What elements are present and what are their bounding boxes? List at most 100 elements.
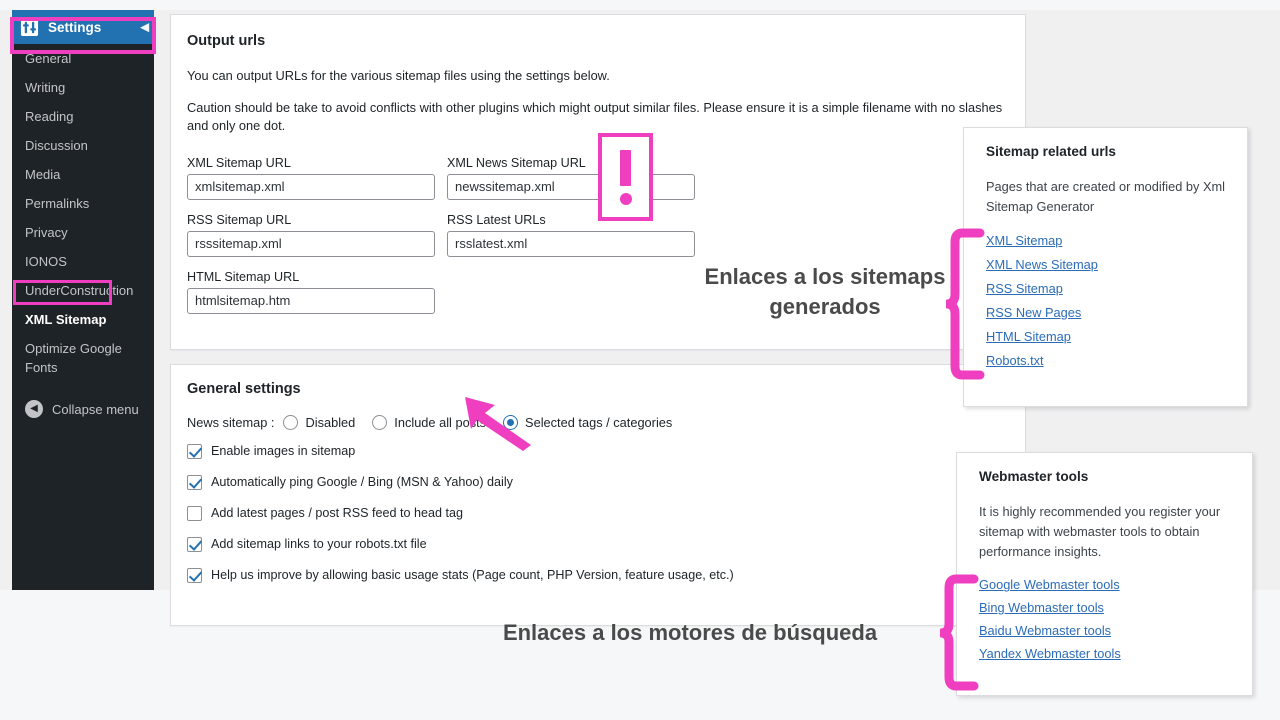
news-sitemap-radio-group: News sitemap : Disabled Include all posts… [187, 414, 1009, 430]
checkbox-label: Add latest pages / post RSS feed to head… [211, 506, 464, 521]
collapse-menu-button[interactable]: ◀ Collapse menu [12, 391, 154, 427]
field-group: XML News Sitemap URL [447, 156, 695, 200]
sitemap-related-urls-panel: Sitemap related urls Pages that are crea… [963, 127, 1248, 407]
field-group: RSS Latest URLs [447, 213, 695, 257]
sitemap-links-list: XML Sitemap XML News Sitemap RSS Sitemap RS… [986, 233, 1229, 368]
radio-label: Selected tags / categories [525, 414, 673, 430]
output-urls-desc-1: You can output URLs for the various site… [187, 68, 610, 83]
sidebar-item-ionos[interactable]: IONOS [12, 247, 154, 276]
radio-label: Include all posts [394, 414, 487, 430]
input-html-sitemap-url[interactable] [187, 287, 435, 314]
sidebar-item-label: Writing [25, 80, 66, 95]
sidebar-item-label: Privacy [25, 225, 68, 240]
link-xml-news-sitemap[interactable]: XML News Sitemap [986, 257, 1098, 272]
sidebar-item-reading[interactable]: Reading [12, 102, 154, 131]
link-google-webmaster-tools[interactable]: Google Webmaster tools [979, 577, 1120, 592]
output-urls-desc-2: Caution should be take to avoid conflict… [187, 99, 1003, 134]
sidebar-item-label: General [25, 51, 72, 66]
checkbox-row: Add sitemap links to your robots.txt fil… [187, 536, 1009, 552]
output-urls-title: Output urls [187, 33, 266, 49]
general-settings-title: General settings [187, 380, 301, 397]
link-rss-new-pages[interactable]: RSS New Pages [986, 305, 1081, 320]
sidebar-item-label: Discussion [25, 138, 88, 153]
radio-label: Disabled [305, 414, 356, 430]
webmaster-tools-panel: Webmaster tools It is highly recommended… [956, 452, 1253, 696]
checkbox-label: Automatically ping Google / Bing (MSN & … [211, 475, 513, 490]
label-rss-latest-urls: RSS Latest URLs [447, 212, 546, 227]
field-group: HTML Sitemap URL [187, 270, 435, 314]
link-xml-sitemap[interactable]: XML Sitemap [986, 233, 1062, 248]
label-xml-sitemap-url: XML Sitemap URL [187, 155, 291, 170]
checkbox-row: Help us improve by allowing basic usage … [187, 567, 1009, 583]
checkbox-row: Enable images in sitemap [187, 443, 1009, 459]
chevron-left-icon[interactable]: ◀ [141, 21, 149, 34]
field-row: XML Sitemap URL XML News Sitemap URL [187, 156, 1009, 200]
radio-selected-tags-categories[interactable] [503, 414, 519, 430]
link-rss-sitemap[interactable]: RSS Sitemap [986, 281, 1063, 296]
field-row: RSS Sitemap URL RSS Latest URLs [187, 213, 1009, 257]
sidebar-item-optimize-google-fonts[interactable]: Optimize Google Fonts [12, 334, 154, 382]
input-xml-sitemap-url[interactable] [187, 173, 435, 200]
screenshot-root: Settings ◀ General Writing Reading Discussi… [0, 0, 1280, 720]
checkbox-row: Automatically ping Google / Bing (MSN & … [187, 474, 1009, 490]
sidebar-item-label: XML Sitemap [25, 312, 107, 327]
checkbox-label: Enable images in sitemap [211, 444, 356, 459]
sidebar-item-label: Media [25, 167, 61, 182]
sidebar-item-privacy[interactable]: Privacy [12, 218, 154, 247]
sidebar-item-label: Optimize Google Fonts [25, 341, 122, 375]
sidebar-item-writing[interactable]: Writing [12, 73, 154, 102]
field-group [447, 270, 695, 314]
sidebar-item-general[interactable]: General [12, 44, 154, 73]
sitemap-panel-desc: Pages that are created or modified by Xm… [986, 179, 1225, 214]
input-rss-latest-urls[interactable] [447, 230, 695, 257]
label-xml-news-sitemap-url: XML News Sitemap URL [447, 155, 586, 170]
news-sitemap-label: News sitemap : [187, 414, 275, 430]
link-robots-txt[interactable]: Robots.txt [986, 353, 1044, 368]
main-content: Output urls You can output URLs for the … [170, 14, 1026, 626]
checkbox-help-us-improve-by-allowing-basic-usage-[interactable] [187, 567, 202, 583]
sidebar-item-permalinks[interactable]: Permalinks [12, 189, 154, 218]
sidebar-menu-list: General Writing Reading Discussion Media Perm… [12, 44, 154, 382]
collapse-menu-label: Collapse menu [52, 401, 139, 417]
sitemap-panel-title: Sitemap related urls [986, 144, 1116, 159]
checkbox-enable-images-in-sitemap[interactable] [187, 443, 202, 459]
output-urls-card: Output urls You can output URLs for the … [170, 14, 1026, 350]
link-html-sitemap[interactable]: HTML Sitemap [986, 329, 1071, 344]
field-group: XML Sitemap URL [187, 156, 435, 200]
admin-sidebar: Settings ◀ General Writing Reading Discussi… [12, 10, 154, 590]
sidebar-item-media[interactable]: Media [12, 160, 154, 189]
input-xml-news-sitemap-url[interactable] [447, 173, 695, 200]
sidebar-item-xml-sitemap[interactable]: XML Sitemap [12, 305, 154, 334]
input-rss-sitemap-url[interactable] [187, 230, 435, 257]
sidebar-header-settings[interactable]: Settings ◀ [12, 10, 154, 44]
general-settings-card: General settings News sitemap : Disabled… [170, 363, 1026, 626]
card-divider [170, 350, 1026, 364]
webmaster-panel-title: Webmaster tools [979, 469, 1089, 484]
label-rss-sitemap-url: RSS Sitemap URL [187, 212, 292, 227]
general-settings-checkbox-list: Enable images in sitemap Automatically pi… [187, 443, 1009, 583]
radio-disabled[interactable] [283, 414, 299, 430]
sidebar-item-underconstruction[interactable]: UnderConstruction [12, 276, 154, 305]
sidebar-header-label: Settings [48, 19, 102, 35]
sidebar-item-label: Reading [25, 109, 74, 124]
sidebar-item-label: IONOS [25, 254, 67, 269]
webmaster-links-list: Google Webmaster tools Bing Webmaster too… [979, 577, 1234, 661]
checkbox-label: Add sitemap links to your robots.txt fil… [211, 537, 427, 552]
field-group: RSS Sitemap URL [187, 213, 435, 257]
link-bing-webmaster-tools[interactable]: Bing Webmaster tools [979, 600, 1104, 615]
link-yandex-webmaster-tools[interactable]: Yandex Webmaster tools [979, 646, 1121, 661]
radio-include-all-posts[interactable] [372, 414, 388, 430]
sidebar-item-discussion[interactable]: Discussion [12, 131, 154, 160]
sidebar-item-label: UnderConstruction [25, 283, 134, 298]
label-html-sitemap-url: HTML Sitemap URL [187, 269, 300, 284]
checkbox-automatically-ping-google-bing-msn-yahoo[interactable] [187, 474, 202, 490]
checkbox-add-latest-pages-post-rss-feed-to-head-t[interactable] [187, 505, 202, 521]
webmaster-panel-desc: It is highly recommended you register yo… [979, 504, 1221, 559]
settings-sliders-icon [20, 18, 39, 37]
field-row: HTML Sitemap URL [187, 270, 1009, 314]
sidebar-item-label: Permalinks [25, 196, 90, 211]
checkbox-row: Add latest pages / post RSS feed to head… [187, 505, 1009, 521]
link-baidu-webmaster-tools[interactable]: Baidu Webmaster tools [979, 623, 1111, 638]
output-urls-fields: XML Sitemap URL XML News Sitemap URL RSS S… [187, 156, 1009, 314]
checkbox-add-sitemap-links-to-your-robots-txt-fil[interactable] [187, 536, 202, 552]
